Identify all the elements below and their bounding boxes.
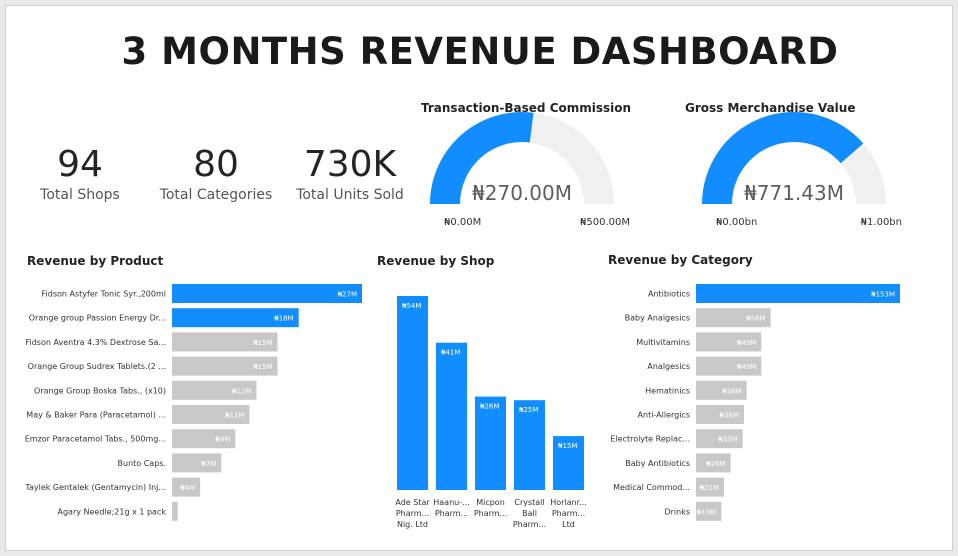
- bar: [696, 284, 900, 303]
- data-label: ₦21M: [700, 484, 719, 492]
- kpi-value: 80: [193, 144, 239, 185]
- kpi-label: Total Units Sold: [296, 187, 404, 203]
- category-label: Fidson Astyfer Tonic Syr.,200ml: [42, 290, 166, 299]
- dashboard-title: 3 MONTHS REVENUE DASHBOARD: [121, 30, 839, 73]
- bar: [172, 501, 178, 521]
- category-label: Pharm...: [396, 509, 429, 518]
- gauge-max-label: ₦1.00bn: [861, 217, 902, 228]
- chart-title-product: Revenue by Product: [27, 254, 164, 268]
- category-label: Baby Antibiotics: [625, 459, 690, 468]
- data-label: ₦18M: [274, 315, 293, 323]
- gauge-min-label: ₦0.00bn: [716, 217, 757, 228]
- category-label: Hematinics: [645, 386, 690, 395]
- chart-revenue-by-shop[interactable]: ₦54M Ade Star Pharm... Nig. Ltd ₦41M Haanu-..…: [385, 280, 595, 540]
- kpi-total-shops[interactable]: 94 Total Shops: [30, 144, 130, 204]
- category-label: Antibiotics: [648, 290, 690, 299]
- category-label: Baby Analgesics: [625, 314, 690, 323]
- category-label: Drinks: [664, 507, 690, 516]
- category-label: Nig. Ltd: [397, 520, 428, 529]
- gauge-gmv[interactable]: ₦771.43M ₦0.00bn ₦1.00bn: [702, 112, 922, 230]
- data-label: ₦36M: [720, 412, 739, 420]
- data-label: ₦4M: [180, 484, 195, 492]
- gauge-max-label: ₦500.00M: [580, 217, 630, 228]
- category-label: Taylek Gentalek (Gentamycin) Inj...: [24, 483, 166, 492]
- bar: [397, 296, 428, 490]
- chart-revenue-by-category[interactable]: Antibiotics ₦153M Baby Analgesics ₦56M Multi…: [600, 280, 920, 526]
- category-label: Haanu-...: [433, 498, 469, 507]
- kpi-label: Total Shops: [40, 187, 120, 203]
- data-label: ₦15M: [253, 339, 272, 347]
- data-label: ₦49M: [737, 339, 756, 347]
- gauge-commission[interactable]: ₦270.00M ₦0.00M ₦500.00M: [430, 112, 650, 230]
- category-label: Horlanr...: [550, 498, 587, 507]
- bar: [436, 342, 467, 490]
- category-label: Electrolyte Replac...: [610, 435, 690, 444]
- category-label: Analgesics: [647, 362, 690, 371]
- kpi-value: 94: [57, 144, 103, 185]
- category-label: May & Baker Para (Paracetamol) ...: [26, 411, 166, 420]
- kpi-value: 730K: [303, 144, 397, 185]
- data-label: ₦153M: [871, 291, 895, 299]
- data-label: ₦7M: [201, 460, 216, 468]
- category-label: Pharm...: [435, 509, 468, 518]
- bar: [172, 284, 362, 303]
- category-label: Ltd: [562, 520, 575, 529]
- kpi-total-units-sold[interactable]: 730K Total Units Sold: [292, 144, 408, 204]
- category-label: Multivitamins: [636, 338, 690, 347]
- kpi-label: Total Categories: [159, 187, 273, 203]
- data-label: ₦26M: [706, 460, 725, 468]
- category-label: Bunto Caps.: [118, 459, 166, 468]
- data-label: ₦19M: [697, 508, 716, 516]
- data-label: ₦27M: [338, 291, 357, 299]
- bar: [475, 396, 506, 490]
- data-label: ₦12M: [232, 387, 251, 395]
- category-label: Fidson Aventra 4.3% Dextrose Sa...: [25, 338, 166, 347]
- category-label: Emzor Paracetamol Tabs., 500mg...: [25, 435, 166, 444]
- data-label: ₦15M: [558, 442, 577, 450]
- category-label: Pharm...: [513, 520, 546, 529]
- kpi-total-categories[interactable]: 80 Total Categories: [156, 144, 276, 204]
- category-label: Micpon: [476, 498, 505, 507]
- data-label: ₦9M: [215, 436, 230, 444]
- category-label: Ade Star: [395, 498, 430, 507]
- category-label: Crystall: [514, 498, 544, 507]
- data-label: ₦49M: [737, 363, 756, 371]
- data-label: ₦35M: [718, 436, 737, 444]
- category-label: Pharm...: [552, 509, 585, 518]
- category-label: Orange Group Sudrex Tablets.(2 ...: [28, 362, 166, 371]
- chart-revenue-by-product[interactable]: Fidson Astyfer Tonic Syr.,200ml ₦27M Orang…: [20, 280, 370, 526]
- category-label: Orange group Passion Energy Dr...: [29, 314, 166, 323]
- category-label: Agary Needle;21g x 1 pack: [58, 507, 167, 516]
- chart-title-category: Revenue by Category: [608, 253, 753, 267]
- category-label: Orange Group Boska Tabs., (x10): [34, 386, 166, 395]
- data-label: ₦38M: [722, 387, 741, 395]
- gauge-value-label: ₦771.43M: [744, 181, 844, 205]
- chart-title-shop: Revenue by Shop: [377, 254, 495, 268]
- category-label: Ball: [522, 509, 537, 518]
- category-label: Pharm...: [474, 509, 507, 518]
- data-label: ₦15M: [253, 363, 272, 371]
- category-label: Anti-Allergics: [638, 411, 690, 420]
- data-label: ₦25M: [519, 406, 538, 414]
- gauge-min-label: ₦0.00M: [444, 217, 481, 228]
- data-label: ₦11M: [225, 412, 244, 420]
- data-label: ₦54M: [402, 302, 421, 310]
- gauge-value-label: ₦270.00M: [472, 181, 572, 205]
- data-label: ₦26M: [480, 403, 499, 411]
- data-label: ₦56M: [746, 315, 765, 323]
- data-label: ₦41M: [441, 349, 460, 357]
- category-label: Medical Commod...: [613, 483, 690, 492]
